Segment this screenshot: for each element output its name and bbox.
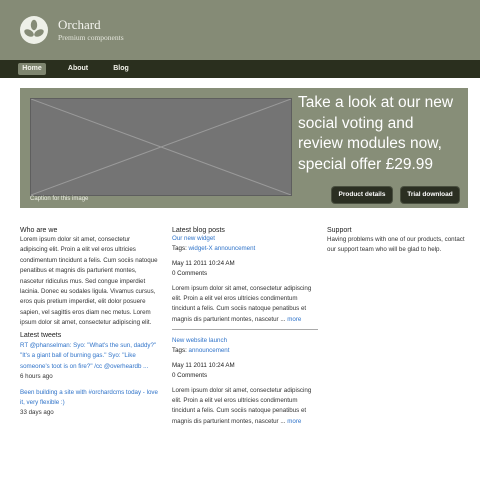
text-line: eros quis pretium imperdiet, elit dolor … xyxy=(20,298,146,306)
tweet-text-line[interactable]: RT @phanselman: Syo: "What's the sun, da… xyxy=(20,341,170,351)
who-are-we-text: Lorem ipsum dolor sit amet, consectetur … xyxy=(20,235,170,329)
hero-headline-line: Take a look at our new xyxy=(298,94,454,111)
text-fragment: magnis dis parturient montes, nascetur .… xyxy=(172,417,286,425)
blog-post: Our new widget Tags: widget-X announceme… xyxy=(172,234,322,325)
blog-post-tags: Tags: announcement xyxy=(172,346,322,356)
hero-headline-line: special offer £29.99 xyxy=(298,155,434,173)
text-line: Having problems with one of our products… xyxy=(327,236,465,243)
text-line: Lorem ipsum dolor sit amet, consectetur xyxy=(20,236,131,243)
nav-about[interactable]: About xyxy=(64,63,92,75)
text-line: nascetur ridiculus mus. Sed congue imper… xyxy=(20,277,146,285)
text-line: elit. Proin a elit vel eros ultricies co… xyxy=(172,295,298,303)
hero-headline: Take a look at our new social voting and… xyxy=(298,93,480,175)
tweet-timestamp: 33 days ago xyxy=(20,409,54,417)
blog-post-comments[interactable]: 0 Comments xyxy=(172,269,322,279)
brand-name[interactable]: Orchard xyxy=(58,17,101,33)
support-heading: Support xyxy=(327,227,352,234)
blog-post-title[interactable]: Our new widget xyxy=(172,234,322,244)
blog-post-tags: Tags: widget-X announcement xyxy=(172,244,322,254)
read-more-link[interactable]: more xyxy=(287,418,301,425)
main-navigation: Home About Blog xyxy=(0,60,480,78)
post-divider xyxy=(172,329,318,330)
blog-post-comments[interactable]: 0 Comments xyxy=(172,371,322,381)
tweet-text-line[interactable]: it, very flexible :) xyxy=(20,398,170,408)
tweet-item: RT @phanselman: Syo: "What's the sun, da… xyxy=(20,341,170,383)
who-are-we-section: Who are we Lorem ipsum dolor sit amet, c… xyxy=(20,227,170,329)
tags-label: Tags: xyxy=(172,347,187,355)
leaf-logo-icon[interactable] xyxy=(20,16,48,44)
blog-post-excerpt: Lorem ipsum dolor sit amet, consectetur … xyxy=(172,284,322,326)
tag-link[interactable]: announcement xyxy=(189,347,230,354)
tag-link[interactable]: widget-X announcement xyxy=(189,245,256,252)
tweet-item: Been building a site with #orchardcms to… xyxy=(20,388,170,419)
text-line: Lorem ipsum dolor sit amet, consectetur … xyxy=(172,284,312,292)
read-more-link[interactable]: more xyxy=(287,316,301,323)
text-fragment: magnis dis parturient montes, nascetur .… xyxy=(172,315,286,323)
nav-home[interactable]: Home xyxy=(18,63,46,75)
support-section: Support Having problems with one of our … xyxy=(327,227,477,256)
text-line: Lorem ipsum dolor sit amet, consectetur … xyxy=(172,386,312,394)
blog-post-title[interactable]: New website launch xyxy=(172,336,322,346)
latest-blog-posts-section: Latest blog posts Our new widget Tags: w… xyxy=(172,227,322,325)
hero-image-placeholder xyxy=(30,98,292,196)
hero-headline-line: social voting and xyxy=(298,114,414,132)
blog-post: New website launch Tags: announcement Ma… xyxy=(172,336,322,427)
text-line: our support team who will be glad to hel… xyxy=(327,246,442,254)
nav-blog[interactable]: Blog xyxy=(107,63,135,75)
tags-label: Tags: xyxy=(172,245,187,253)
text-line: condimentum tincidunt a felis. Cum socii… xyxy=(20,256,158,264)
tweet-text-line[interactable]: someone's toot is on fire?" /cc @overhea… xyxy=(20,362,170,372)
blog-post-date: May 11 2011 10:24 AM xyxy=(172,361,235,369)
product-details-button[interactable]: Product details xyxy=(332,187,392,203)
text-line: magnis dis parturient montes, nascetur .… xyxy=(172,417,322,427)
text-line: ipsum dolor sit amet, consectetur adipis… xyxy=(20,319,152,327)
text-line: elit. Proin a elit vel eros ultricies co… xyxy=(172,397,298,405)
blog-post-excerpt: Lorem ipsum dolor sit amet, consectetur … xyxy=(172,386,322,428)
tweet-timestamp: 6 hours ago xyxy=(20,373,53,381)
latest-tweets-section: Latest tweets RT @phanselman: Syo: "What… xyxy=(20,332,170,419)
text-line: tincidunt a felis. Cum sociis natoque pe… xyxy=(172,305,307,313)
text-line: sapien, vel sagittis eros diam nec metus… xyxy=(20,308,151,316)
text-line: tincidunt a felis. Cum sociis natoque pe… xyxy=(172,407,307,415)
support-text: Having problems with one of our products… xyxy=(327,235,477,256)
text-line: adipiscing elit. Proin a elit vel eros u… xyxy=(20,246,136,254)
hero-headline-line: review modules now, xyxy=(298,135,442,152)
trial-download-button[interactable]: Trial download xyxy=(401,187,459,203)
tweet-text-line[interactable]: "It's a giant ball of burning gas." Syo:… xyxy=(20,351,170,361)
tweet-text-line[interactable]: Been building a site with #orchardcms to… xyxy=(20,388,170,398)
blog-post-date: May 11 2011 10:24 AM xyxy=(172,259,235,267)
latest-blog-posts-heading: Latest blog posts xyxy=(172,227,225,234)
latest-tweets-heading: Latest tweets xyxy=(20,332,62,339)
text-line: magnis dis parturient montes, nascetur .… xyxy=(172,315,322,325)
text-line: lacinia. Donec eu sodales ligula. Vivamu… xyxy=(20,288,156,296)
who-are-we-heading: Who are we xyxy=(20,227,58,234)
site-header: Orchard Premium components xyxy=(0,0,480,60)
hero-image-caption: Caption for this image xyxy=(30,196,89,202)
brand-tagline: Premium components xyxy=(58,33,124,42)
text-line: penatibus et magnis dis parturient monte… xyxy=(20,267,137,275)
